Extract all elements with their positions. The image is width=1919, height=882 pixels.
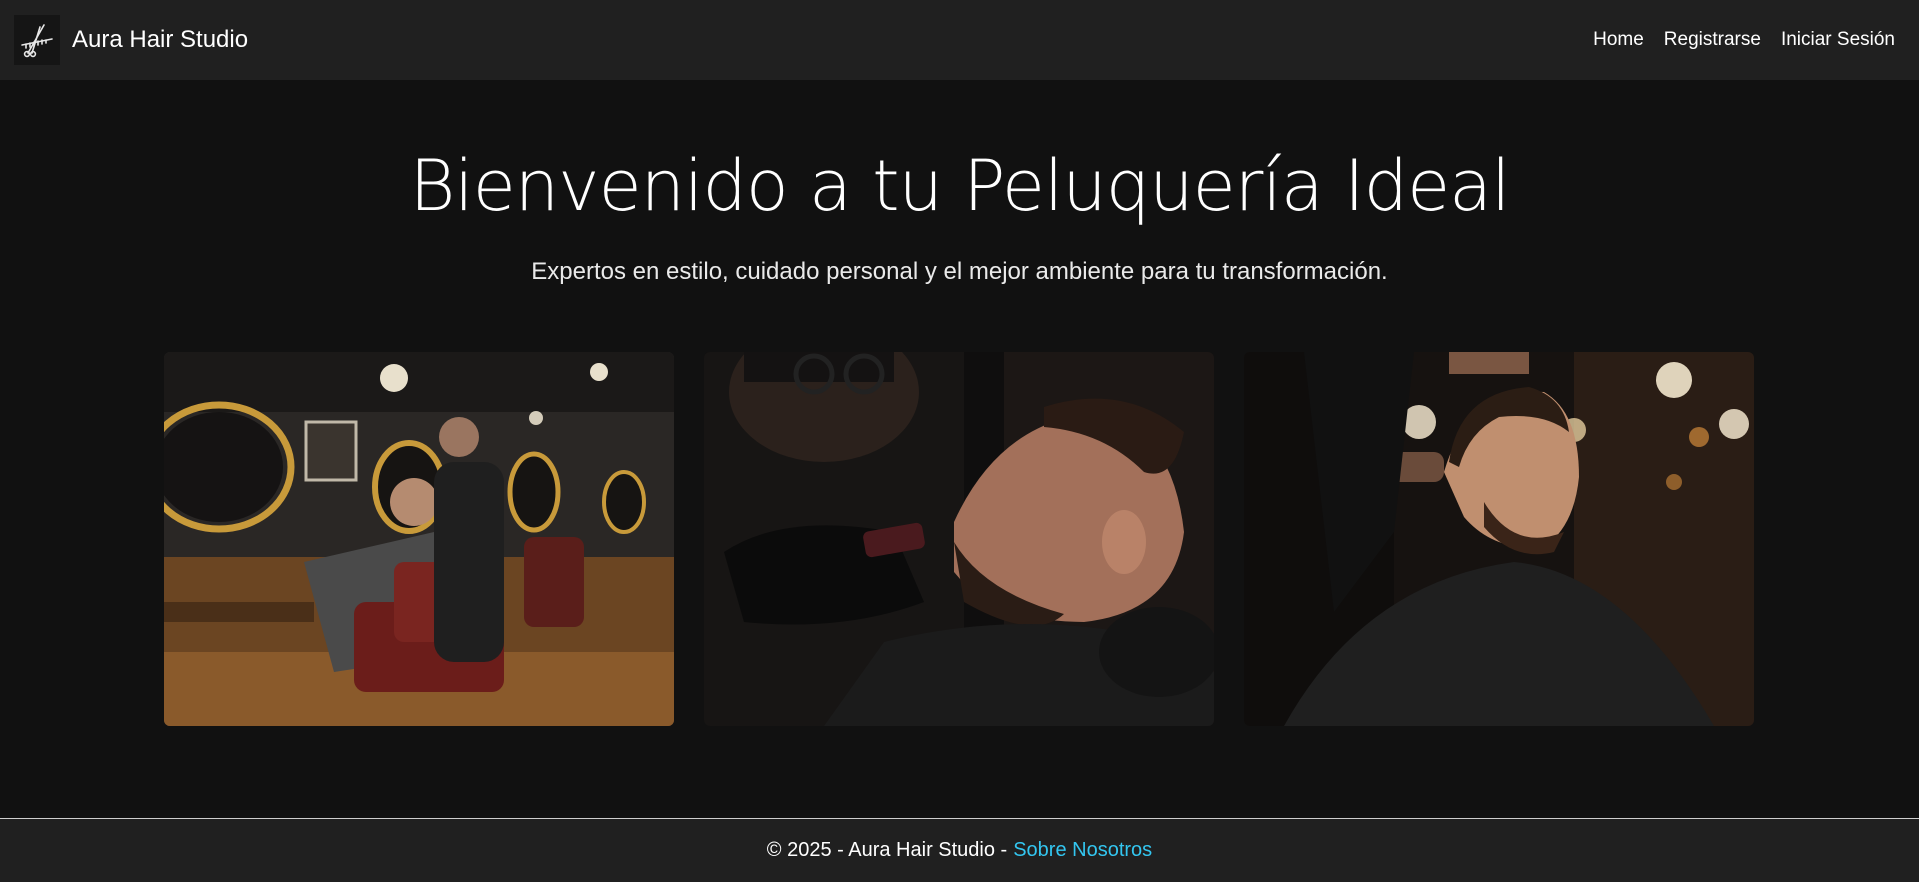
nav-link-home[interactable]: Home [1593,29,1644,51]
footer: © 2025 - Aura Hair Studio - Sobre Nosotr… [0,818,1919,882]
hero-title: Bienvenido a tu Peluquería Ideal [409,145,1510,227]
brand[interactable]: Aura Hair Studio [14,15,248,65]
navbar: Aura Hair Studio Home Registrarse Inicia… [0,0,1919,80]
brand-name: Aura Hair Studio [72,26,249,53]
scissors-comb-icon [14,15,60,65]
hero-subtitle: Expertos en estilo, cuidado personal y e… [531,258,1388,285]
nav-link-iniciar-sesion[interactable]: Iniciar Sesión [1781,29,1895,51]
nav-links: Home Registrarse Iniciar Sesión [1593,29,1895,51]
footer-copyright: © 2025 - Aura Hair Studio - [766,839,1008,861]
barbershop-interior-photo [164,352,674,726]
gallery [164,352,1755,726]
about-us-link[interactable]: Sobre Nosotros [1013,839,1152,862]
haircut-photo [1244,352,1754,726]
nav-link-registrarse[interactable]: Registrarse [1664,29,1761,51]
beard-trim-photo [704,352,1214,726]
